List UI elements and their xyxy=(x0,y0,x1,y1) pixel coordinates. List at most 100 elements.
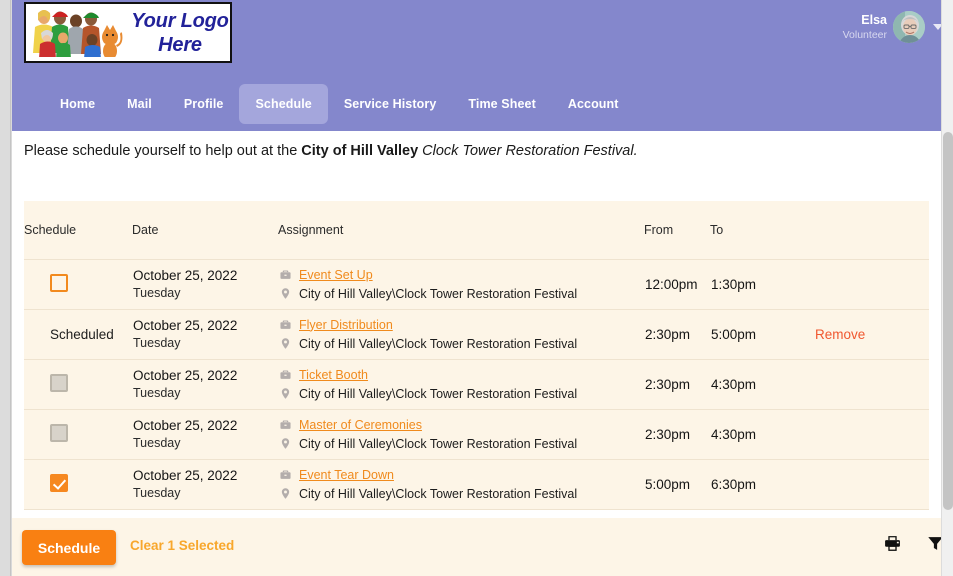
brand-logo[interactable]: Your Logo Here xyxy=(24,2,232,63)
row-to-cell: 4:30pm xyxy=(710,409,814,459)
row-action-cell xyxy=(814,459,929,509)
map-pin-icon xyxy=(279,287,292,300)
nav-item-profile[interactable]: Profile xyxy=(168,84,240,124)
row-to-cell: 4:30pm xyxy=(710,359,814,409)
schedule-button[interactable]: Schedule xyxy=(22,530,116,565)
table-header-row: Schedule Date Assignment From To xyxy=(24,201,929,259)
nav-item-schedule[interactable]: Schedule xyxy=(239,84,327,124)
assignment-link[interactable]: Master of Ceremonies xyxy=(299,417,422,433)
instruction-prefix: Please schedule yourself to help out at … xyxy=(24,143,301,159)
nav-item-service-history[interactable]: Service History xyxy=(328,84,453,124)
location-line: City of Hill Valley\Clock Tower Restorat… xyxy=(279,386,643,402)
nav-item-home[interactable]: Home xyxy=(44,84,111,124)
row-weekday: Tuesday xyxy=(133,335,277,352)
group-of-people-illustration xyxy=(30,7,126,61)
instruction-event: Clock Tower Restoration Festival. xyxy=(422,143,637,159)
row-from-time: 2:30pm xyxy=(645,327,690,342)
assignment-line: Flyer Distribution xyxy=(279,317,643,333)
row-from-cell: 2:30pm xyxy=(644,359,710,409)
nav-item-account[interactable]: Account xyxy=(552,84,635,124)
row-from-time: 12:00pm xyxy=(645,277,698,292)
page-instruction: Please schedule yourself to help out at … xyxy=(24,143,638,159)
nav-item-mail[interactable]: Mail xyxy=(111,84,168,124)
row-date-cell: October 25, 2022 Tuesday xyxy=(132,309,278,359)
table-row: October 25, 2022 Tuesday Ticket Booth Ci… xyxy=(24,359,929,409)
row-from-time: 5:00pm xyxy=(645,477,690,492)
page-left-gutter xyxy=(0,0,12,576)
row-date-cell: October 25, 2022 Tuesday xyxy=(132,459,278,509)
row-schedule-cell xyxy=(24,359,132,409)
row-date: October 25, 2022 xyxy=(133,317,277,334)
nav-item-time-sheet-label: Time Sheet xyxy=(468,97,535,111)
page-scrollbar-thumb[interactable] xyxy=(943,132,953,510)
row-assignment-cell: Flyer Distribution City of Hill Valley\C… xyxy=(278,309,644,359)
row-date: October 25, 2022 xyxy=(133,467,277,484)
remove-button[interactable]: Remove xyxy=(815,327,865,342)
map-pin-icon xyxy=(279,487,292,500)
user-name: Elsa xyxy=(843,13,887,27)
printer-icon[interactable] xyxy=(883,534,902,553)
row-date-cell: October 25, 2022 Tuesday xyxy=(132,359,278,409)
briefcase-icon xyxy=(279,268,292,281)
row-date: October 25, 2022 xyxy=(133,417,277,434)
row-from-time: 2:30pm xyxy=(645,427,690,442)
row-weekday: Tuesday xyxy=(133,385,277,402)
assignment-link[interactable]: Event Set Up xyxy=(299,267,373,283)
row-schedule-cell: Scheduled xyxy=(24,309,132,359)
user-photo xyxy=(893,11,925,43)
row-to-time: 5:00pm xyxy=(711,327,756,342)
schedule-table-wrapper: Schedule Date Assignment From To xyxy=(24,201,929,510)
assignment-link[interactable]: Event Tear Down xyxy=(299,467,394,483)
assignment-link[interactable]: Ticket Booth xyxy=(299,367,368,383)
user-menu[interactable]: Elsa Volunteer xyxy=(843,6,943,48)
row-to-time: 6:30pm xyxy=(711,477,756,492)
row-action-cell xyxy=(814,259,929,309)
location-line: City of Hill Valley\Clock Tower Restorat… xyxy=(279,486,643,502)
assignment-location: City of Hill Valley\Clock Tower Restorat… xyxy=(299,386,577,402)
assignment-location: City of Hill Valley\Clock Tower Restorat… xyxy=(299,336,577,352)
schedule-checkbox-disabled xyxy=(50,374,68,392)
assignment-link[interactable]: Flyer Distribution xyxy=(299,317,393,333)
briefcase-icon xyxy=(279,418,292,431)
nav-item-home-label: Home xyxy=(60,97,95,111)
schedule-checkbox-checked[interactable] xyxy=(50,474,68,492)
user-role: Volunteer xyxy=(843,29,887,41)
avatar[interactable] xyxy=(893,11,925,43)
row-assignment-cell: Event Set Up City of Hill Valley\Clock T… xyxy=(278,259,644,309)
app-header: Your Logo Here Elsa Volunteer xyxy=(12,0,953,131)
column-header-date[interactable]: Date xyxy=(132,201,278,259)
schedule-checkbox-disabled xyxy=(50,424,68,442)
row-to-cell: 1:30pm xyxy=(710,259,814,309)
row-weekday: Tuesday xyxy=(133,435,277,452)
table-row: October 25, 2022 Tuesday Event Set Up Ci… xyxy=(24,259,929,309)
row-weekday: Tuesday xyxy=(133,485,277,502)
row-schedule-cell xyxy=(24,459,132,509)
row-assignment-cell: Master of Ceremonies City of Hill Valley… xyxy=(278,409,644,459)
column-header-from[interactable]: From xyxy=(644,201,710,259)
row-action-cell xyxy=(814,359,929,409)
action-bar: Schedule Clear 1 Selected xyxy=(0,518,953,576)
row-schedule-cell xyxy=(24,409,132,459)
assignment-line: Event Tear Down xyxy=(279,467,643,483)
nav-item-time-sheet[interactable]: Time Sheet xyxy=(452,84,551,124)
location-line: City of Hill Valley\Clock Tower Restorat… xyxy=(279,436,643,452)
row-from-cell: 5:00pm xyxy=(644,459,710,509)
column-header-schedule[interactable]: Schedule xyxy=(24,201,132,259)
row-to-time: 1:30pm xyxy=(711,277,756,292)
row-to-time: 4:30pm xyxy=(711,427,756,442)
schedule-checkbox[interactable] xyxy=(50,274,68,292)
page-scrollbar[interactable] xyxy=(941,0,953,576)
row-from-cell: 12:00pm xyxy=(644,259,710,309)
brand-logo-text: Your Logo Here xyxy=(130,9,230,57)
column-header-assignment[interactable]: Assignment xyxy=(278,201,644,259)
row-date-cell: October 25, 2022 Tuesday xyxy=(132,409,278,459)
nav-item-profile-label: Profile xyxy=(184,97,224,111)
map-pin-icon xyxy=(279,437,292,450)
schedule-table: Schedule Date Assignment From To xyxy=(24,201,929,510)
row-to-time: 4:30pm xyxy=(711,377,756,392)
column-header-to[interactable]: To xyxy=(710,201,814,259)
clear-selected-link[interactable]: Clear 1 Selected xyxy=(130,538,234,553)
row-weekday: Tuesday xyxy=(133,285,277,302)
assignment-location: City of Hill Valley\Clock Tower Restorat… xyxy=(299,436,577,452)
brand-logo-line2: Here xyxy=(158,34,202,56)
